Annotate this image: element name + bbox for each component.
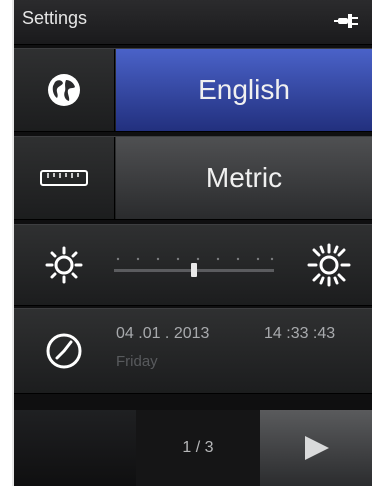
status-bar: Settings [14,0,372,45]
units-icon-cell [14,137,115,219]
units-button[interactable]: Metric [116,137,372,219]
weekday-text: Friday [116,353,158,370]
sun-high-icon [307,243,351,287]
footer-bar: 1 / 3 [14,410,372,486]
plug-icon [334,14,358,28]
brightness-high-cell [286,225,372,305]
datetime-icon-cell [14,309,114,393]
language-button[interactable]: English [116,49,372,131]
next-page-button[interactable] [260,410,372,486]
time-text: 14 :33 :43 [264,325,336,342]
sun-low-icon [45,246,83,284]
clock-icon [46,333,82,369]
previous-page-button[interactable] [14,410,136,486]
language-row: English [14,48,372,132]
screen-title: Settings [22,8,88,28]
brightness-row [14,224,372,306]
date-text: 04 .01 . 2013 [116,325,210,342]
device-screen: Settings English Metric 04 .01 . 2013 14… [12,0,372,486]
brightness-low-cell [14,225,114,305]
datetime-row[interactable]: 04 .01 . 2013 14 :33 :43 Friday [14,308,372,394]
brightness-slider[interactable] [114,255,274,277]
play-icon [305,436,329,460]
globe-icon [48,74,80,106]
language-icon-cell [14,49,115,131]
ruler-icon [40,170,88,186]
slider-thumb[interactable] [191,263,197,277]
page-indicator: 1 / 3 [182,439,214,456]
units-row: Metric [14,136,372,220]
